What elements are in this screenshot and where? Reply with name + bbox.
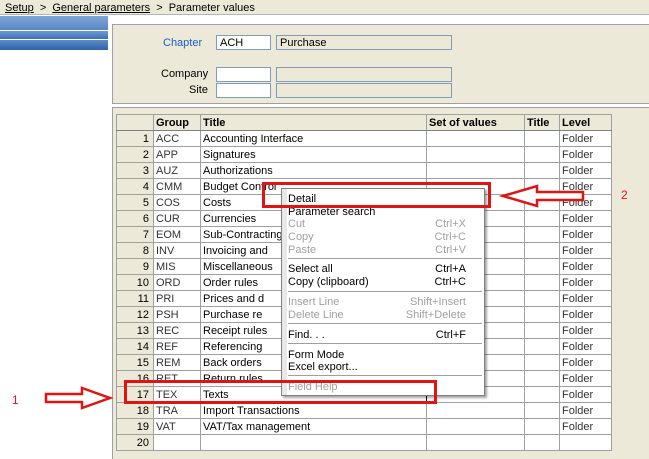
annotation-label-1: 1 [12, 393, 19, 407]
annotation-arrow-1 [44, 386, 114, 410]
annotation-arrows [44, 184, 585, 410]
annotation-label-2: 2 [621, 188, 628, 202]
annotation-arrow-2 [498, 184, 585, 208]
